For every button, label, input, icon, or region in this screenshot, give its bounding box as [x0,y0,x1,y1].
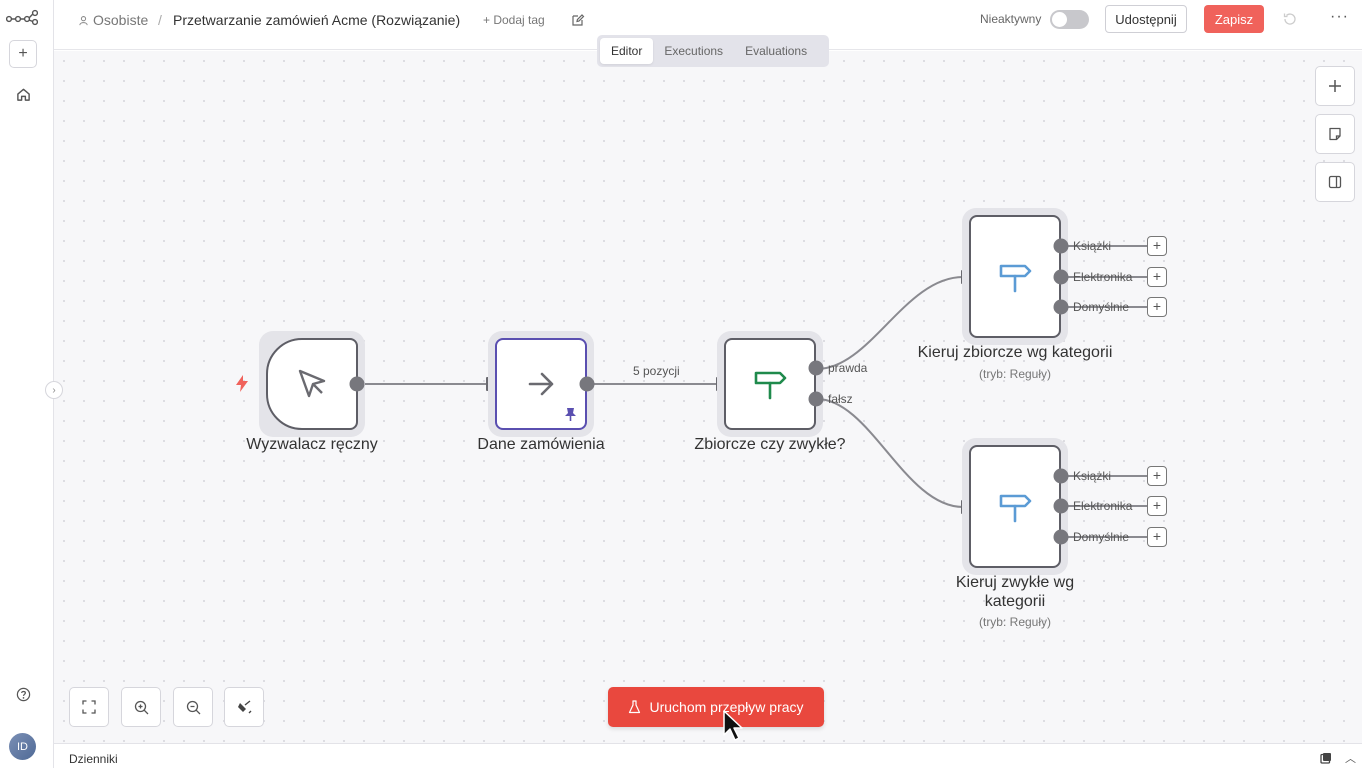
logs-panel[interactable]: Dzienniki ︿ [54,743,1362,768]
arrow-right-icon [528,372,554,396]
output-label-default: Domyślnie [1073,300,1130,314]
active-toggle[interactable] [1050,10,1089,29]
node-label-order-data: Dane zamówienia [477,436,605,453]
avatar-initials: ID [17,740,28,753]
node-manual-trigger[interactable] [266,338,358,430]
signpost-icon [999,494,1032,522]
breadcrumb-separator: / [158,12,162,28]
share-button[interactable]: Udostępnij [1105,5,1187,33]
signpost-icon [754,371,787,400]
view-tabs: Editor Executions Evaluations [597,35,829,67]
add-node-button[interactable]: + [1147,496,1167,516]
pin-icon [565,408,576,421]
chevron-up-icon[interactable]: ︿ [1345,750,1356,766]
workflow-title[interactable]: Przetwarzanie zamówień Acme (Rozwiązanie… [173,12,460,28]
zoom-in-icon [134,700,148,714]
project-name: Osobiste [93,12,149,28]
node-label-route-bulk: Kieruj zbiorcze wg kategorii [917,344,1113,361]
cursor-click-icon [298,369,326,398]
avatar[interactable]: ID [9,733,36,760]
node-label-if: Zbiorcze czy zwykłe? [694,436,846,453]
node-route-regular[interactable] [969,445,1061,568]
user-icon [79,15,88,25]
add-node-panel-button[interactable] [1315,66,1355,106]
tab-editor[interactable]: Editor [600,38,654,64]
flask-icon [629,700,641,714]
popout-icon[interactable] [1320,752,1332,764]
sticky-note-button[interactable] [1315,114,1355,154]
logs-label: Dzienniki [69,752,118,766]
plus-icon: + [18,45,28,62]
more-options-icon[interactable]: ··· [1330,8,1349,26]
panel-toggle-button[interactable] [1315,162,1355,202]
sticky-note-icon [1329,127,1341,141]
workflow-canvas[interactable] [54,51,1362,743]
add-node-button[interactable]: + [1147,236,1167,256]
expand-sidebar-button[interactable]: › [45,381,63,399]
output-label-default: Domyślnie [1073,530,1130,544]
mouse-cursor-icon [723,710,743,741]
tab-evaluations[interactable]: Evaluations [734,38,818,64]
output-label-false: fałsz [828,392,853,406]
side-panel-icon [1328,175,1342,189]
chevron-right-icon: › [52,384,56,396]
broom-icon [237,699,251,713]
node-label-trigger: Wyzwalacz ręczny [246,436,378,453]
history-icon[interactable] [1282,11,1298,27]
tidy-up-button[interactable] [224,687,264,727]
zoom-out-button[interactable] [173,687,213,727]
tab-executions[interactable]: Executions [653,38,734,64]
save-button[interactable]: Zapisz [1204,5,1264,33]
run-workflow-button[interactable]: Uruchom przepływ pracy [608,687,824,727]
fit-view-button[interactable] [69,687,109,727]
output-label-electronics: Elektronika [1073,499,1133,513]
zoom-out-icon [186,700,200,714]
output-label-true: prawda [828,361,868,375]
help-icon[interactable] [14,685,32,703]
add-node-button[interactable]: + [1147,267,1167,287]
node-if-bulk[interactable] [724,338,816,430]
edit-icon[interactable] [571,13,585,27]
node-sub-route-regular: (tryb: Reguły) [978,615,1052,629]
output-label-electronics: Elektronika [1073,270,1133,284]
breadcrumb-project[interactable]: Osobiste [78,12,148,28]
node-order-data[interactable] [495,338,587,430]
node-sub-route-bulk: (tryb: Reguły) [978,367,1052,381]
add-node-button[interactable]: + [1147,527,1167,547]
fit-view-icon [82,700,96,714]
plus-icon [1329,80,1341,92]
signpost-icon [999,264,1032,292]
node-route-bulk[interactable] [969,215,1061,338]
home-icon[interactable] [14,85,32,103]
edge-items-label: 5 pozycji [633,364,680,378]
output-label-books: Książki [1073,239,1112,253]
trigger-bolt-icon [236,375,248,392]
n8n-logo-icon[interactable] [6,8,38,26]
add-node-button[interactable]: + [1147,297,1167,317]
output-label-books: Książki [1073,469,1112,483]
zoom-in-button[interactable] [121,687,161,727]
add-tag-button[interactable]: + Dodaj tag [483,13,545,27]
node-label-route-regular-1: Kieruj zwykłe wg [955,574,1075,591]
active-status-label: Nieaktywny [980,12,1042,26]
node-label-route-regular-2: kategorii [984,593,1046,610]
add-button[interactable]: + [9,40,37,68]
add-node-button[interactable]: + [1147,466,1167,486]
